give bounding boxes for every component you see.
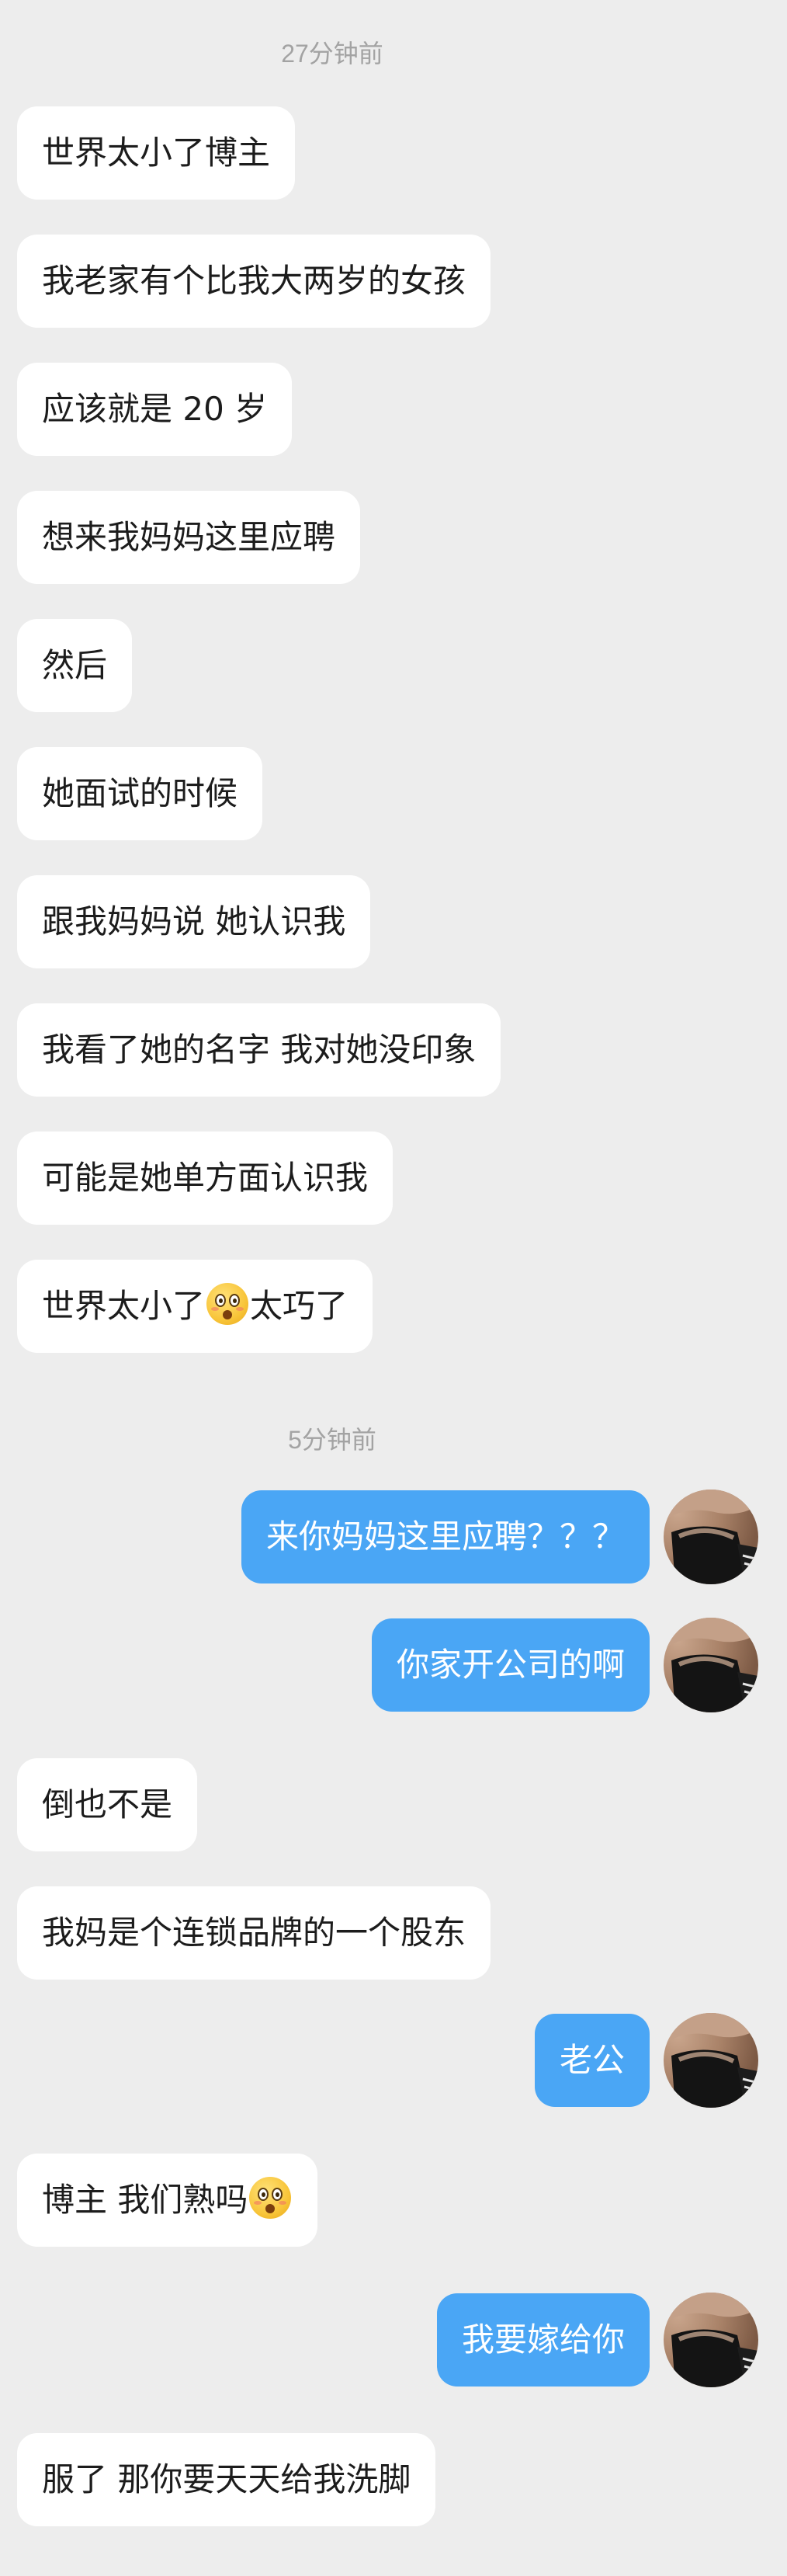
message-bubble-outgoing[interactable]: 来你妈妈这里应聘？？？ (241, 1490, 650, 1583)
user-avatar[interactable] (664, 1618, 758, 1712)
user-avatar[interactable] (664, 2293, 758, 2387)
message-bubble-incoming[interactable]: 她面试的时候 (17, 747, 263, 840)
astonished-emoji-icon (249, 2177, 292, 2219)
message-text: 太巧了 (250, 1287, 348, 1325)
message-bubble-incoming[interactable]: 然后 (17, 619, 133, 712)
message-bubble-outgoing[interactable]: 我要嫁给你 (436, 2293, 650, 2387)
message-bubble-incoming[interactable]: 倒也不是 (17, 1758, 198, 1851)
timestamp: 5分钟前 (288, 1426, 376, 1454)
message-text: 世界太小了 (42, 1287, 206, 1325)
message-text: 博主 我们熟吗 (42, 2181, 248, 2219)
message-bubble-incoming[interactable]: 想来我妈妈这里应聘 (17, 491, 361, 584)
message-bubble-incoming[interactable]: 世界太小了 太巧了 (17, 1260, 373, 1353)
message-bubble-incoming[interactable]: 我老家有个比我大两岁的女孩 (17, 235, 491, 328)
message-bubble-incoming[interactable]: 可能是她单方面认识我 (17, 1132, 394, 1225)
user-avatar[interactable] (664, 2013, 758, 2108)
message-bubble-incoming[interactable]: 我妈是个连锁品牌的一个股东 (17, 1886, 491, 1980)
message-bubble-outgoing[interactable]: 老公 (534, 2014, 650, 2107)
message-bubble-incoming[interactable]: 世界太小了博主 (17, 106, 296, 200)
message-bubble-incoming[interactable]: 博主 我们熟吗 (17, 2154, 318, 2247)
message-bubble-outgoing[interactable]: 你家开公司的啊 (371, 1618, 650, 1712)
astonished-emoji-icon (206, 1283, 249, 1325)
message-bubble-incoming[interactable]: 服了 那你要天天给我洗脚 (17, 2433, 436, 2526)
message-bubble-incoming[interactable]: 应该就是 20 岁 (17, 363, 293, 456)
timestamp: 27分钟前 (281, 40, 383, 68)
message-bubble-incoming[interactable]: 跟我妈妈说 她认识我 (17, 875, 371, 968)
message-bubble-incoming[interactable]: 我看了她的名字 我对她没印象 (17, 1003, 501, 1097)
user-avatar[interactable] (664, 1490, 758, 1584)
